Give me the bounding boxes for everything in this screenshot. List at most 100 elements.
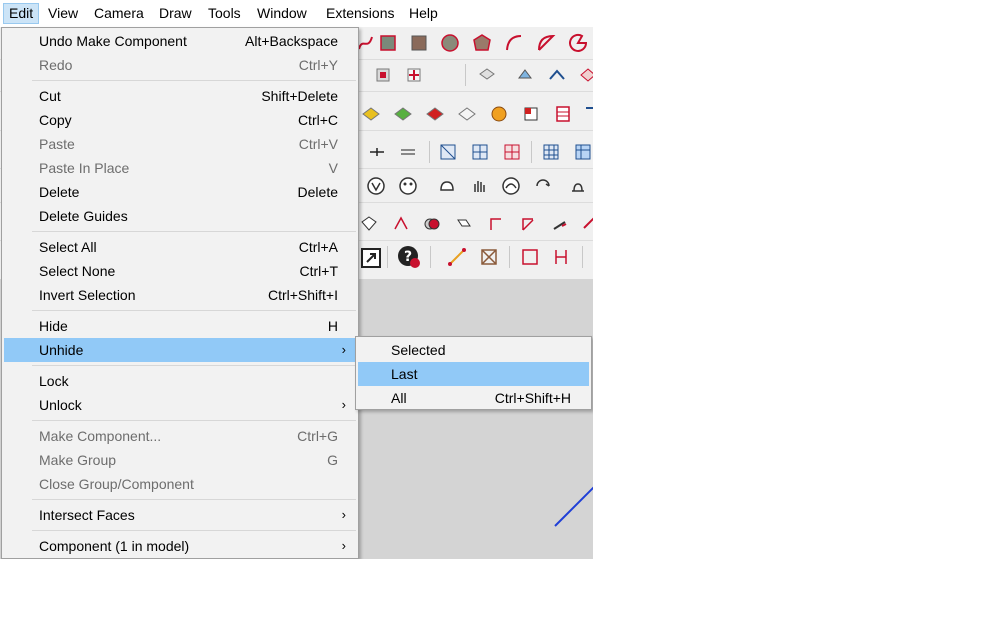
menu-item-shortcut: Ctrl+A — [298, 239, 338, 255]
line-icon[interactable] — [447, 247, 467, 267]
menu-item-paste-in-place[interactable]: Paste In Place V — [4, 156, 356, 180]
xray-icon[interactable] — [361, 104, 381, 124]
submenu-item-last[interactable]: Last — [358, 362, 589, 386]
subtract-solid-icon[interactable] — [454, 214, 474, 234]
menu-item-hide[interactable]: Hide H — [4, 314, 356, 338]
polygon-icon[interactable] — [472, 33, 492, 53]
menu-item-lock[interactable]: Lock — [4, 369, 356, 393]
menu-draw[interactable]: Draw — [154, 3, 197, 24]
submenu-item-label: All — [391, 390, 407, 406]
right-view-icon[interactable] — [578, 65, 593, 85]
submenu-item-selected[interactable]: Selected — [358, 338, 589, 362]
menu-item-label: Delete Guides — [39, 208, 128, 224]
eraser-icon[interactable] — [550, 214, 570, 234]
menu-item-make-component[interactable]: Make Component... Ctrl+G — [4, 424, 356, 448]
warehouse-icon[interactable] — [366, 176, 386, 196]
intersect-icon[interactable] — [391, 214, 411, 234]
submenu-item-all[interactable]: All Ctrl+Shift+H — [358, 386, 589, 410]
square-points-icon[interactable] — [520, 247, 540, 267]
circle-icon[interactable] — [440, 33, 460, 53]
rectangle-icon[interactable] — [378, 33, 398, 53]
union-icon[interactable] — [422, 214, 442, 234]
export-icon[interactable] — [360, 247, 382, 269]
help-icon[interactable]: ? — [397, 245, 421, 269]
menu-separator — [32, 310, 356, 311]
menu-item-shortcut: Ctrl+T — [299, 263, 339, 279]
subtract-icon[interactable] — [398, 142, 418, 162]
tape-measure-icon[interactable] — [580, 214, 593, 234]
menu-item-delete[interactable]: Delete Delete — [4, 180, 356, 204]
kettle-icon[interactable] — [568, 176, 588, 196]
menu-item-label: Select None — [39, 263, 116, 279]
menu-item-delete-guides[interactable]: Delete Guides — [4, 204, 356, 228]
sketchup-window: Edit View Camera Draw Tools Window Exten… — [0, 0, 593, 559]
toolbar-separator — [387, 246, 388, 268]
menu-item-copy[interactable]: Copy Ctrl+C — [4, 108, 356, 132]
toolbar-separator — [465, 64, 466, 86]
paint-bucket-icon[interactable] — [373, 65, 393, 85]
orbit-icon[interactable] — [489, 104, 509, 124]
ladder-icon[interactable] — [551, 247, 571, 267]
section-plane-icon[interactable] — [521, 104, 541, 124]
menu-item-component[interactable]: Component (1 in model) › — [4, 534, 356, 558]
menu-item-unhide[interactable]: Unhide › — [4, 338, 356, 362]
grid-split-icon[interactable] — [470, 142, 490, 162]
pie-icon[interactable] — [568, 33, 588, 53]
outer-shell-icon[interactable] — [359, 214, 379, 234]
hidden-line-icon[interactable] — [457, 104, 477, 124]
extension-icon[interactable] — [501, 176, 521, 196]
menu-item-label: Paste — [39, 136, 75, 152]
add-icon[interactable] — [367, 142, 387, 162]
top-view-icon[interactable] — [515, 65, 535, 85]
menu-item-invert-selection[interactable]: Invert Selection Ctrl+Shift+I — [4, 283, 356, 307]
menu-separator — [32, 231, 356, 232]
menu-view[interactable]: View — [43, 3, 83, 24]
menu-camera[interactable]: Camera — [89, 3, 149, 24]
iso-view-icon[interactable] — [477, 65, 497, 85]
table-icon[interactable] — [541, 142, 561, 162]
menu-item-shortcut: H — [327, 318, 338, 334]
arc-icon[interactable] — [504, 33, 524, 53]
menu-item-select-all[interactable]: Select All Ctrl+A — [4, 235, 356, 259]
materials-icon[interactable] — [398, 176, 418, 196]
menu-item-shortcut: Shift+Delete — [261, 88, 338, 104]
menu-item-redo[interactable]: Redo Ctrl+Y — [4, 53, 356, 77]
menu-window[interactable]: Window — [252, 3, 312, 24]
menu-item-select-none[interactable]: Select None Ctrl+T — [4, 259, 356, 283]
menu-edit[interactable]: Edit — [3, 3, 40, 24]
menu-item-shortcut: Ctrl+Shift+I — [267, 287, 338, 303]
hand-icon[interactable] — [469, 176, 489, 196]
menu-item-undo[interactable]: Undo Make Component Alt+Backspace — [4, 29, 356, 53]
menu-help[interactable]: Help — [404, 3, 443, 24]
component-icon[interactable] — [404, 65, 424, 85]
menu-item-label: Intersect Faces — [39, 507, 135, 523]
grid-red-icon[interactable] — [502, 142, 522, 162]
shaded-icon[interactable] — [425, 104, 445, 124]
sync-icon[interactable] — [533, 176, 553, 196]
menu-item-unlock[interactable]: Unlock › — [4, 393, 356, 417]
wireframe-icon[interactable] — [393, 104, 413, 124]
menu-extensions[interactable]: Extensions — [321, 3, 399, 24]
menu-tools[interactable]: Tools — [203, 3, 246, 24]
two-point-arc-icon[interactable] — [536, 33, 556, 53]
menu-item-intersect-faces[interactable]: Intersect Faces › — [4, 503, 356, 527]
menu-item-label: Lock — [39, 373, 69, 389]
layers-icon[interactable] — [553, 104, 573, 124]
rotated-rectangle-icon[interactable] — [409, 33, 429, 53]
submenu-item-shortcut: Ctrl+Shift+H — [494, 390, 571, 406]
table-blue-icon[interactable] — [573, 142, 593, 162]
menu-item-paste[interactable]: Paste Ctrl+V — [4, 132, 356, 156]
split-icon[interactable] — [518, 214, 538, 234]
menu-item-close-group[interactable]: Close Group/Component — [4, 472, 356, 496]
grid-icon[interactable] — [438, 142, 458, 162]
x-box-icon[interactable] — [479, 247, 499, 267]
front-view-icon[interactable] — [547, 65, 567, 85]
menu-item-shortcut: Delete — [297, 184, 338, 200]
submenu-item-label: Last — [391, 366, 418, 382]
menu-item-make-group[interactable]: Make Group G — [4, 448, 356, 472]
menu-item-cut[interactable]: Cut Shift+Delete — [4, 84, 356, 108]
freehand-icon[interactable] — [356, 33, 376, 53]
trim-icon[interactable] — [486, 214, 506, 234]
teapot-icon[interactable] — [437, 176, 457, 196]
outliner-icon[interactable] — [580, 104, 593, 124]
